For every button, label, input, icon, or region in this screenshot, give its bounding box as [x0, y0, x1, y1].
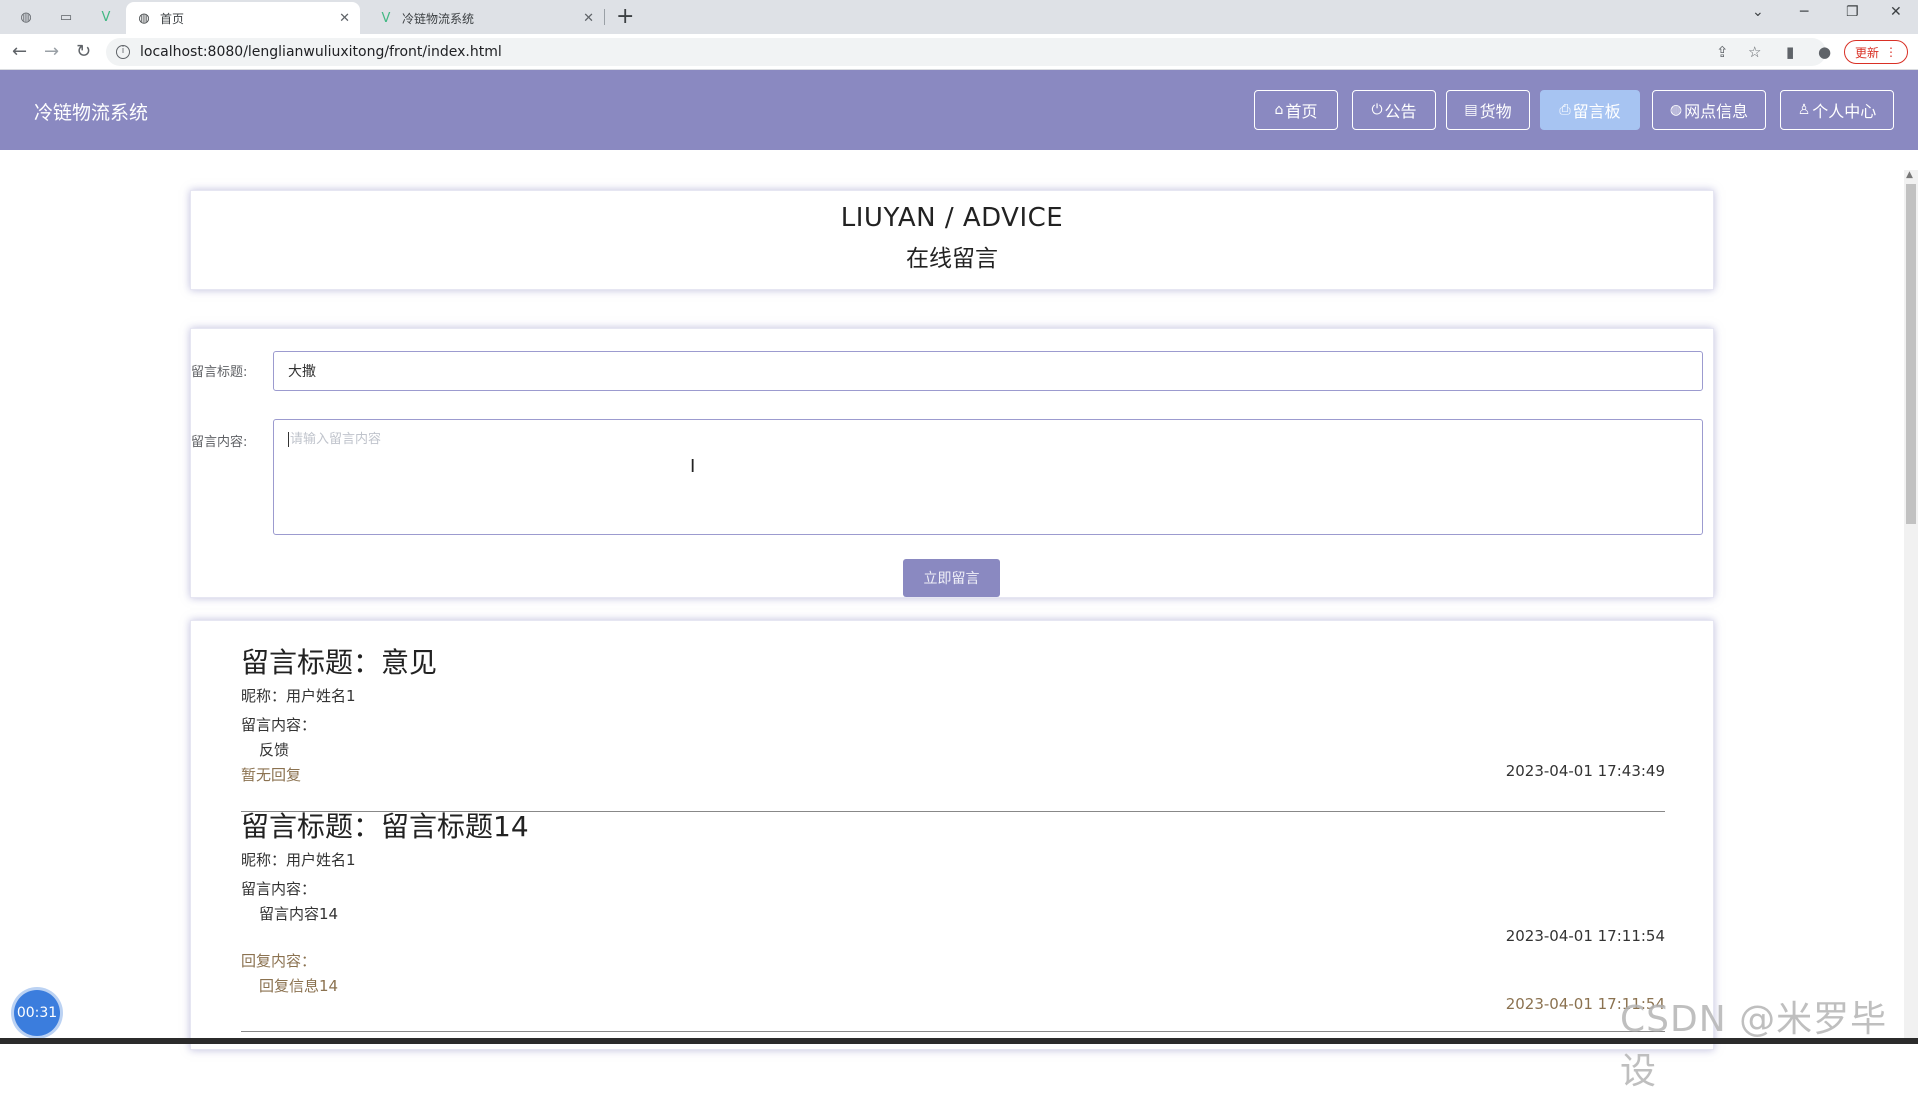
- page-scrollbar[interactable]: ▲: [1904, 170, 1918, 1044]
- update-label: 更新: [1855, 45, 1880, 60]
- nav-label: 首页: [1285, 102, 1318, 121]
- site-title: 冷链物流系统: [34, 102, 149, 124]
- update-button[interactable]: 更新 ⋮: [1844, 40, 1909, 64]
- message-title-input[interactable]: 大撒: [273, 351, 1703, 391]
- url-field[interactable]: i localhost:8080/lenglianwuliuxitong/fro…: [106, 38, 1826, 66]
- page-title-en: LIUYAN / ADVICE: [840, 203, 1064, 233]
- browser-tab-system[interactable]: V 冷链物流系统 ✕: [368, 2, 604, 34]
- taskbar-strip: [0, 1038, 1918, 1044]
- message-content-label: 留言内容：: [241, 716, 317, 734]
- nav-profile-button[interactable]: ♙ 个人中心: [1780, 90, 1894, 130]
- message-nickname: 昵称：用户姓名1: [241, 687, 356, 705]
- globe-icon: ◍: [138, 10, 150, 26]
- nav-label: 留言板: [1572, 102, 1621, 121]
- reload-icon[interactable]: ↻: [76, 41, 91, 62]
- list-item: 留言标题：留言标题14 昵称：用户姓名1 留言内容： 留言内容14 2023-0…: [241, 805, 1665, 1045]
- box-icon: ▤: [1464, 102, 1478, 118]
- close-window-icon[interactable]: ✕: [1890, 4, 1902, 20]
- kebab-menu-icon: ⋮: [1885, 45, 1898, 59]
- side-panel-icon[interactable]: ▮: [1786, 43, 1794, 61]
- user-icon: ♙: [1797, 102, 1811, 118]
- pinned-tab-vue-icon[interactable]: V: [94, 6, 118, 28]
- tab-label: 首页: [160, 11, 185, 26]
- minimize-icon[interactable]: ─: [1800, 4, 1808, 20]
- message-nickname: 昵称：用户姓名1: [241, 851, 356, 869]
- scroll-up-arrow-icon[interactable]: ▲: [1906, 170, 1913, 180]
- restore-icon[interactable]: ❐: [1846, 4, 1859, 20]
- message-time: 2023-04-01 17:11:54: [1505, 927, 1665, 945]
- message-time: 2023-04-01 17:43:49: [1505, 762, 1665, 780]
- bookmark-star-icon[interactable]: ☆: [1748, 43, 1761, 61]
- new-tab-icon[interactable]: +: [616, 4, 634, 29]
- title-input-value: 大撒: [288, 364, 316, 380]
- recording-timer-badge[interactable]: 00:31: [14, 990, 60, 1036]
- tab-search-chevron-icon[interactable]: ⌄: [1752, 4, 1764, 20]
- message-content: 留言内容14: [259, 905, 339, 923]
- page-title-banner: LIUYAN / ADVICE 在线留言: [190, 190, 1714, 290]
- url-text: localhost:8080/lenglianwuliuxitong/front…: [140, 44, 502, 60]
- power-icon: ⏻: [1371, 102, 1383, 118]
- browser-address-bar: ← → ↻ i localhost:8080/lenglianwuliuxito…: [0, 34, 1918, 70]
- nav-label: 个人中心: [1812, 102, 1877, 121]
- scrollbar-thumb[interactable]: [1906, 184, 1916, 524]
- message-list: 留言标题：意见 昵称：用户姓名1 留言内容： 反馈 暂无回复 2023-04-0…: [190, 620, 1714, 1050]
- message-divider: [241, 1031, 1665, 1032]
- text-cursor-icon: I: [690, 456, 696, 477]
- message-title: 留言标题：留言标题14: [241, 810, 529, 843]
- close-tab-icon[interactable]: ✕: [339, 11, 350, 26]
- nav-notice-button[interactable]: ⏻ 公告: [1352, 90, 1436, 130]
- pinned-tab-blank-icon[interactable]: ▭: [54, 6, 78, 28]
- message-title: 留言标题：意见: [241, 646, 438, 679]
- profile-icon[interactable]: ●: [1818, 43, 1831, 61]
- message-content-label: 留言内容：: [241, 880, 317, 898]
- vue-logo-icon: V: [381, 10, 391, 26]
- nav-message-board-button[interactable]: ⎙ 留言板: [1540, 90, 1640, 130]
- reply-label: 回复内容：: [241, 952, 317, 970]
- nav-label: 网点信息: [1684, 102, 1749, 121]
- message-form: 留言标题: 大撒 留言内容: 请输入留言内容 立即留言: [190, 328, 1714, 598]
- nav-label: 公告: [1384, 102, 1417, 121]
- message-content: 反馈: [259, 741, 290, 759]
- title-field-label: 留言标题:: [191, 365, 248, 380]
- print-icon: ⎙: [1559, 102, 1571, 118]
- home-icon: ⌂: [1274, 102, 1284, 118]
- list-item: 留言标题：意见 昵称：用户姓名1 留言内容： 反馈 暂无回复 2023-04-0…: [241, 641, 1665, 812]
- forward-arrow-icon[interactable]: →: [44, 41, 59, 62]
- back-arrow-icon[interactable]: ←: [12, 41, 27, 62]
- tab-label: 冷链物流系统: [402, 11, 475, 26]
- nav-branch-info-button[interactable]: ◍ 网点信息: [1652, 90, 1766, 130]
- content-placeholder: 请输入留言内容: [288, 432, 382, 447]
- reply-content: 回复信息14: [259, 977, 339, 995]
- pinned-tab-globe-icon[interactable]: ◍: [14, 6, 38, 28]
- message-content-textarea[interactable]: 请输入留言内容: [273, 419, 1703, 535]
- site-header: 冷链物流系统 ⌂ 首页 ⏻ 公告 ▤ 货物 ⎙ 留言板 ◍ 网点信息 ♙ 个人中…: [0, 70, 1918, 150]
- nav-label: 货物: [1479, 102, 1512, 121]
- close-tab-icon[interactable]: ✕: [583, 11, 594, 26]
- share-icon[interactable]: ⇪: [1716, 43, 1729, 61]
- globe-icon: ◍: [1669, 102, 1683, 118]
- site-info-icon[interactable]: i: [116, 45, 130, 59]
- page-title-cn: 在线留言: [906, 246, 998, 272]
- submit-message-button[interactable]: 立即留言: [903, 559, 1000, 597]
- content-field-label: 留言内容:: [191, 435, 248, 450]
- nav-home-button[interactable]: ⌂ 首页: [1254, 90, 1338, 130]
- browser-tab-home[interactable]: ◍ 首页 ✕: [126, 2, 360, 34]
- browser-tab-bar: ◍ ▭ V ◍ 首页 ✕ V 冷链物流系统 ✕ + ⌄ ─ ❐ ✕: [0, 0, 1918, 34]
- tab-separator: [604, 9, 605, 25]
- nav-goods-button[interactable]: ▤ 货物: [1446, 90, 1530, 130]
- reply-status: 暂无回复: [241, 766, 302, 784]
